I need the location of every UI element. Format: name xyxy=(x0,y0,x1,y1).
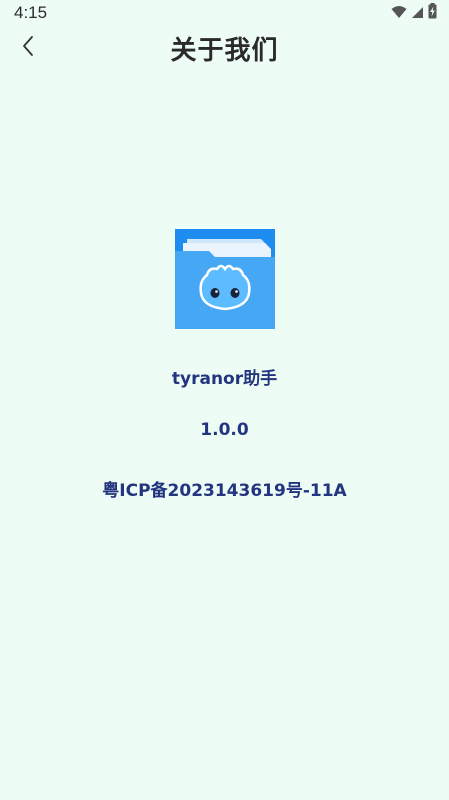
icp-number: 粤ICP备2023143619号-11A xyxy=(102,481,347,501)
battery-charging-icon xyxy=(428,3,437,23)
app-logo xyxy=(175,229,275,329)
app-header: 关于我们 xyxy=(0,26,449,70)
signal-icon xyxy=(411,4,424,23)
status-time: 4:15 xyxy=(14,3,48,22)
app-name: tyranor助手 xyxy=(171,369,278,389)
page-title: 关于我们 xyxy=(170,36,279,66)
status-bar: 4:15 xyxy=(0,0,449,26)
status-icons xyxy=(391,3,437,23)
app-version: 1.0.0 xyxy=(200,420,249,440)
folder-mascot-icon xyxy=(175,229,275,329)
wifi-icon xyxy=(391,4,407,23)
